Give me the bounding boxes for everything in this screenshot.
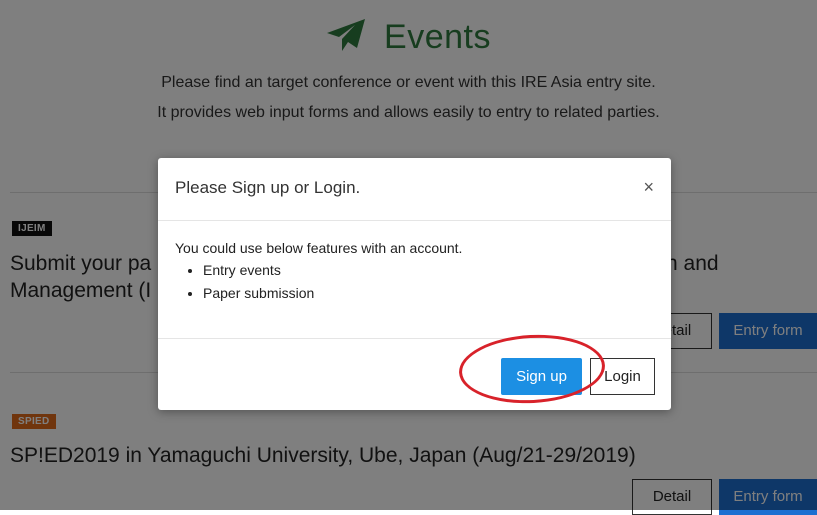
modal-body-text: You could use below features with an acc… [175,240,463,256]
modal-header: Please Sign up or Login. × [158,158,671,221]
feature-item-entry-events: Entry events [203,262,655,278]
modal-body: You could use below features with an acc… [175,240,655,308]
close-icon[interactable]: × [643,178,654,196]
feature-list: Entry events Paper submission [175,262,655,301]
modal-title: Please Sign up or Login. [175,178,361,197]
feature-item-paper-submission: Paper submission [203,285,655,301]
